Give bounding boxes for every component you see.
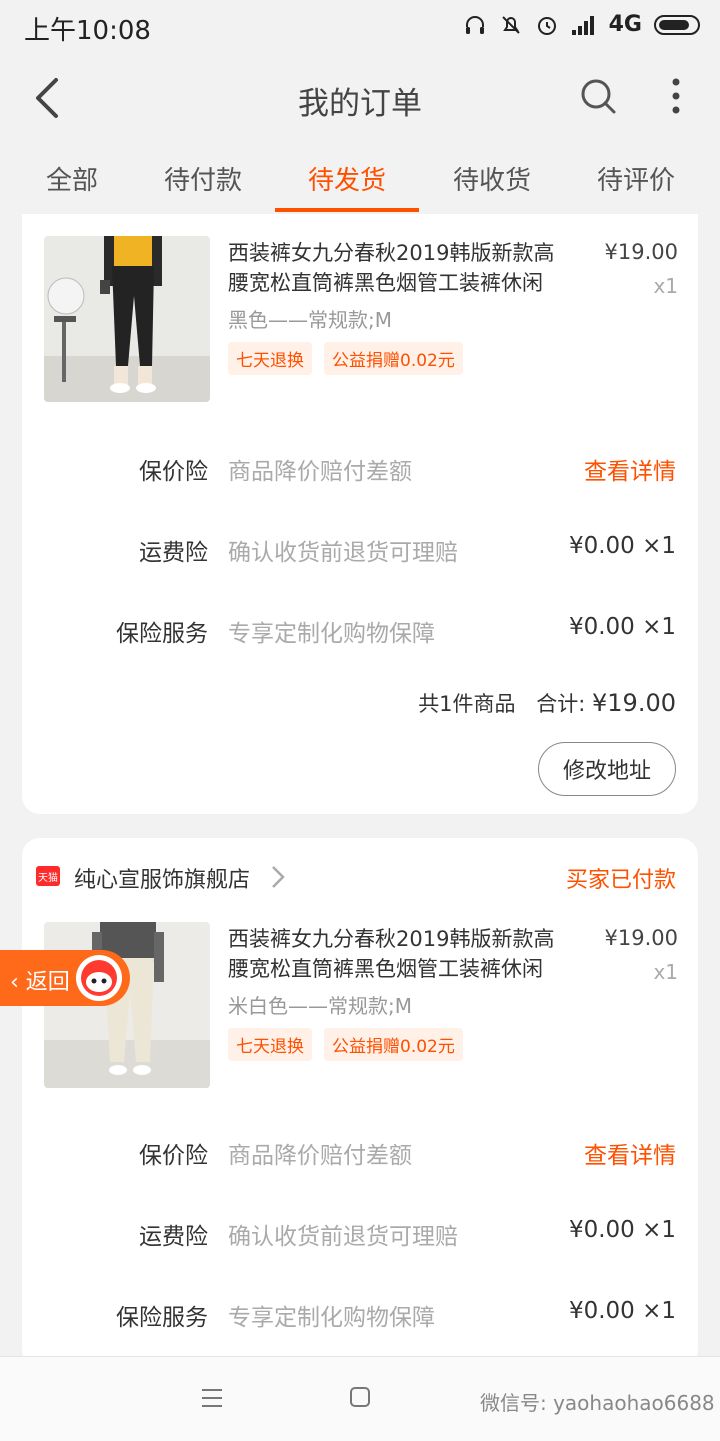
modify-address-button[interactable]: 修改地址 [538, 742, 676, 796]
order-card: 天猫 纯心宣服饰旗舰店 买家已付款 西装裤女九分春秋2019韩版新款高腰宽松直筒… [22, 838, 698, 1368]
price-protection-label: 保价险 [139, 459, 208, 485]
insurance-service-label: 保险服务 [116, 621, 208, 647]
order-tabs: 全部 待付款 待发货 待收货 待评价 [0, 146, 720, 214]
product-tags: 七天退换 公益捐赠0.02元 [228, 1028, 463, 1061]
alarm-icon [537, 16, 556, 35]
order-status: 买家已付款 [565, 868, 676, 893]
shop-name[interactable]: 纯心宣服饰旗舰店 [74, 862, 250, 894]
shipping-insurance-label: 运费险 [139, 540, 208, 566]
price-protection-desc: 商品降价赔付差额 [228, 1143, 412, 1169]
floating-back-label: ‹ 返回 [10, 970, 70, 995]
tab-pending-shipment[interactable]: 待发货 [275, 160, 419, 197]
shipping-insurance-price: ¥0.00 ×1 [568, 1217, 676, 1243]
order-summary: 共1件商品 合计: ¥19.00 [418, 688, 676, 718]
return-policy-tag: 七天退换 [228, 342, 312, 375]
charity-tag: 公益捐赠0.02元 [324, 342, 463, 375]
tab-pending-receipt[interactable]: 待收货 [420, 160, 564, 197]
battery-icon [654, 14, 700, 35]
tmall-logo-icon: 天猫 [36, 866, 60, 886]
menu-icon[interactable] [200, 1387, 224, 1409]
product-variant: 黑色——常规款;M [228, 308, 392, 332]
product-price: ¥19.00 [604, 240, 678, 264]
mascot-icon [81, 960, 117, 996]
shipping-insurance-price: ¥0.00 ×1 [568, 533, 676, 559]
tab-pending-payment[interactable]: 待付款 [131, 160, 275, 197]
view-details-link[interactable]: 查看详情 [584, 452, 676, 486]
shipping-insurance-label: 运费险 [139, 1224, 208, 1250]
view-details-link[interactable]: 查看详情 [584, 1136, 676, 1170]
insurance-service-price: ¥0.00 ×1 [568, 614, 676, 640]
return-policy-tag: 七天退换 [228, 1028, 312, 1061]
bell-muted-icon [501, 15, 520, 34]
product-price: ¥19.00 [604, 926, 678, 950]
product-image[interactable] [44, 236, 210, 402]
system-nav-bar: 微信号: yaohaohao6688 [0, 1356, 720, 1441]
price-protection-desc: 商品降价赔付差额 [228, 459, 412, 485]
item-count: 共1件商品 [418, 692, 516, 716]
status-bar: 上午10:08 4G [0, 0, 720, 56]
active-tab-indicator [275, 208, 419, 212]
insurance-service-label: 保险服务 [116, 1305, 208, 1331]
tab-pending-review[interactable]: 待评价 [564, 160, 708, 197]
product-variant: 米白色——常规款;M [228, 994, 412, 1018]
product-title[interactable]: 西装裤女九分春秋2019韩版新款高腰宽松直筒裤黑色烟管工装裤休闲 [228, 238, 568, 298]
floating-back-button[interactable]: ‹ 返回 [0, 950, 130, 1006]
watermark-text: 微信号: yaohaohao6688 [480, 1391, 715, 1415]
total-label: 合计: [536, 692, 593, 716]
charity-tag: 公益捐赠0.02元 [324, 1028, 463, 1061]
product-title[interactable]: 西装裤女九分春秋2019韩版新款高腰宽松直筒裤黑色烟管工装裤休闲 [228, 924, 568, 984]
signal-icon [571, 15, 594, 35]
insurance-service-price: ¥0.00 ×1 [568, 1298, 676, 1324]
network-type: 4G [608, 12, 642, 37]
headphones-icon [465, 15, 484, 34]
status-icons: 4G [463, 12, 700, 37]
shipping-insurance-desc: 确认收货前退货可理赔 [228, 540, 458, 566]
more-options-icon[interactable] [664, 76, 688, 116]
product-quantity: x1 [653, 960, 678, 984]
product-quantity: x1 [653, 274, 678, 298]
chevron-right-icon[interactable] [270, 864, 286, 890]
product-tags: 七天退换 公益捐赠0.02元 [228, 342, 463, 375]
shipping-insurance-desc: 确认收货前退货可理赔 [228, 1224, 458, 1250]
order-card: 西装裤女九分春秋2019韩版新款高腰宽松直筒裤黑色烟管工装裤休闲 ¥19.00 … [22, 214, 698, 814]
mascot-avatar [76, 955, 122, 1001]
insurance-service-desc: 专享定制化购物保障 [228, 1305, 435, 1331]
search-icon[interactable] [578, 76, 618, 116]
status-time: 上午10:08 [24, 16, 151, 46]
price-protection-label: 保价险 [139, 1143, 208, 1169]
home-square-icon[interactable] [348, 1385, 372, 1409]
insurance-service-desc: 专享定制化购物保障 [228, 621, 435, 647]
order-total: ¥19.00 [592, 689, 676, 717]
nav-bar: 我的订单 [0, 56, 720, 146]
tab-all[interactable]: 全部 [0, 160, 144, 197]
